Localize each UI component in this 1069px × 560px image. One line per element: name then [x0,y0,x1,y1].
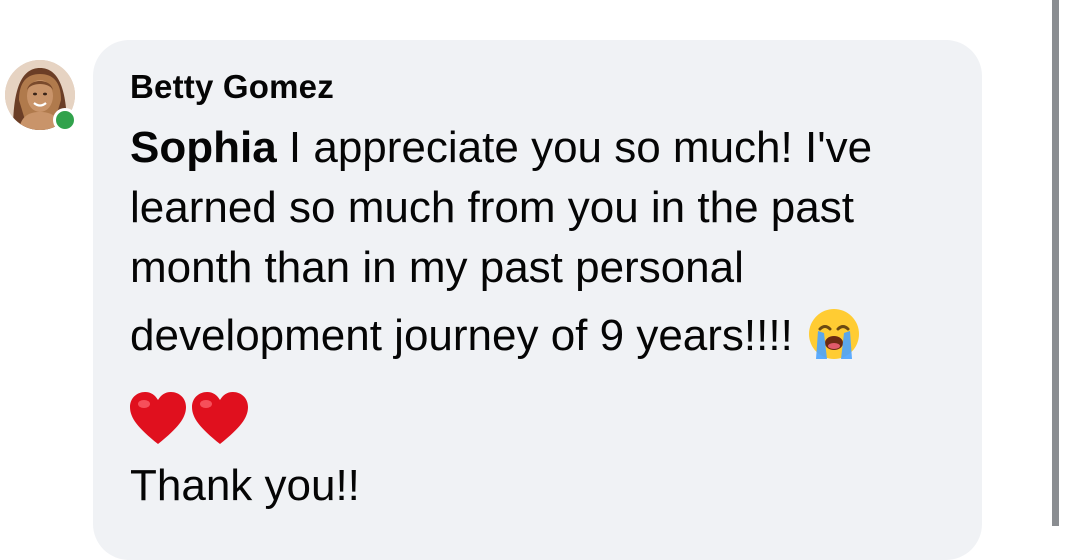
comment-line-1: Sophia I appreciate you so much! I've [130,118,970,178]
mention-tag[interactable]: Sophia [130,123,277,172]
comment-line-3: month than in my past personal [130,243,744,292]
scrollbar[interactable] [1052,0,1059,526]
heart-emojis [128,390,252,450]
avatar[interactable] [5,60,77,132]
comment-line-4: development journey of 9 years!!!! [130,298,970,374]
comment-line-1-text: I appreciate you so much! I've [276,123,873,172]
comment-author-name[interactable]: Betty Gomez [130,68,334,106]
online-status-dot [53,108,77,132]
comment-line-4-text: development journey of 9 years!!!! [130,311,793,360]
red-heart-icon [190,390,250,446]
comment-text: Sophia I appreciate you so much! I've le… [130,118,970,374]
comment-line-2: learned so much from you in the past [130,183,854,232]
loudly-crying-face-icon [807,307,861,361]
red-heart-icon [128,390,188,446]
comment-closing-line: Thank you!! [130,461,360,510]
